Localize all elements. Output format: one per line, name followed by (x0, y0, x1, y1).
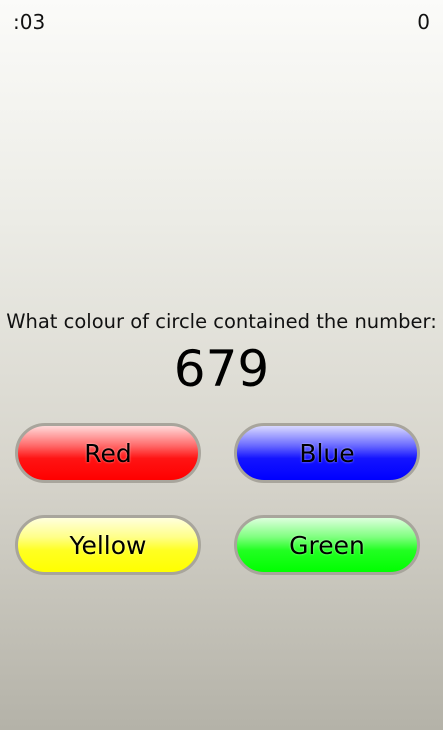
blue-button[interactable]: Blue (234, 423, 420, 483)
game-screen: :03 0 What colour of circle contained th… (0, 0, 443, 730)
green-button[interactable]: Green (234, 515, 420, 575)
yellow-button[interactable]: Yellow (15, 515, 201, 575)
green-button-label: Green (289, 530, 365, 560)
blue-button-label: Blue (299, 438, 355, 468)
red-button[interactable]: Red (15, 423, 201, 483)
yellow-button-label: Yellow (69, 530, 147, 560)
red-button-label: Red (84, 438, 132, 468)
score-display: 0 (417, 10, 430, 34)
question-text: What colour of circle contained the numb… (6, 310, 437, 333)
target-number: 679 (173, 340, 270, 398)
timer-display: :03 (13, 10, 46, 34)
